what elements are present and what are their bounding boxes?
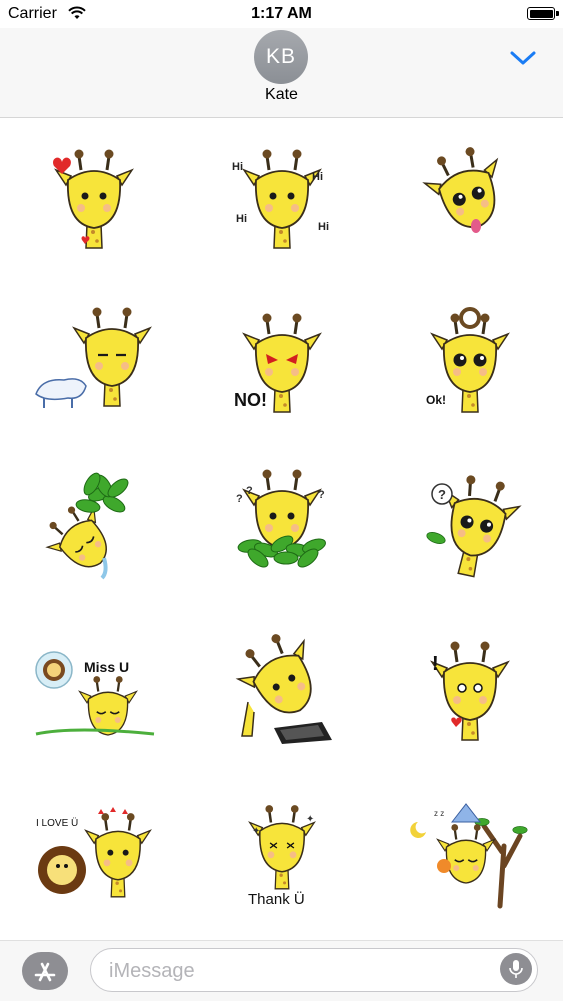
app-store-button[interactable] [22, 952, 68, 990]
svg-text:?: ? [318, 489, 325, 501]
giraffe-goat-sticker [34, 306, 151, 408]
sticker-item[interactable] [0, 118, 187, 282]
giraffe-ok-sticker: Ok! [426, 307, 509, 413]
contact-avatar[interactable]: KB [254, 30, 308, 84]
giraffe-sleeping-tree-sticker: z z [409, 803, 528, 909]
sticker-item[interactable] [0, 446, 187, 610]
giraffe-miss-you-sticker: Miss U [34, 651, 154, 737]
sticker-item[interactable]: NO! [188, 282, 375, 446]
imessage-input[interactable]: iMessage [90, 948, 538, 992]
status-time: 1:17 AM [251, 5, 312, 22]
sticker-text: Hi [318, 221, 329, 233]
avatar-initials: KB [265, 45, 296, 68]
sticker-text: Miss U [84, 659, 129, 675]
giraffe-heart-sticker [52, 148, 133, 249]
sticker-item[interactable]: z z [376, 774, 563, 938]
giraffe-leaves-sticker [35, 470, 132, 584]
sticker-text: NO! [234, 390, 267, 410]
sticker-text: I LOVE Ü [36, 817, 78, 829]
giraffe-tongue-sticker [416, 138, 516, 240]
sticker-item[interactable]: Hi Hi Hi Hi [188, 118, 375, 282]
sticker-item[interactable]: Miss U [0, 610, 187, 774]
sticker-item[interactable]: Ok! [376, 282, 563, 446]
giraffe-bush-hiding-sticker: ? ? ? [236, 468, 328, 571]
microphone-icon [509, 960, 523, 978]
sticker-item[interactable]: Thank Ü ✦ ✦ [188, 774, 375, 938]
imessage-placeholder: iMessage [109, 960, 195, 982]
contact-name[interactable]: Kate [0, 86, 563, 104]
sticker-text: Hi [236, 213, 247, 225]
sticker-text: Hi [232, 161, 243, 173]
battery-icon [527, 7, 559, 20]
giraffe-thank-you-sticker: Thank Ü ✦ ✦ [248, 803, 316, 908]
svg-text:✦: ✦ [252, 826, 260, 837]
sticker-text: Hi [312, 171, 323, 183]
svg-text:!: ! [432, 653, 439, 675]
giraffe-surprised-sticker: ! [430, 640, 509, 741]
conversation-header: KB Kate [0, 28, 563, 118]
chevron-down-icon[interactable] [508, 46, 538, 70]
sticker-item[interactable]: ! [376, 610, 563, 774]
svg-text:z z: z z [434, 809, 444, 818]
sticker-grid: Hi Hi Hi Hi NO! Ok! ? ? ? ? Miss U ! I L… [0, 118, 563, 940]
svg-text:?: ? [236, 493, 243, 505]
svg-text:✦: ✦ [306, 814, 314, 825]
status-bar: Carrier 1:17 AM [0, 0, 563, 28]
giraffe-love-lion-sticker: I LOVE Ü [36, 807, 152, 898]
sticker-item[interactable]: ? [376, 446, 563, 610]
sticker-item[interactable] [376, 118, 563, 282]
giraffe-tablet-sticker [225, 621, 334, 744]
microphone-button[interactable] [500, 953, 532, 985]
message-input-bar: iMessage [0, 940, 563, 1001]
sticker-text: Ok! [426, 393, 446, 407]
svg-text:?: ? [438, 487, 446, 502]
sticker-item[interactable]: I LOVE Ü [0, 774, 187, 938]
sticker-item[interactable]: ? ? ? [188, 446, 375, 610]
sticker-text: Thank Ü [248, 890, 305, 908]
giraffe-hi-sticker: Hi Hi Hi Hi [232, 148, 329, 249]
sticker-item[interactable] [0, 282, 187, 446]
giraffe-question-sticker: ? [424, 469, 525, 578]
app-store-icon [34, 962, 56, 982]
sticker-item[interactable] [188, 610, 375, 774]
svg-text:?: ? [246, 485, 253, 497]
giraffe-angry-no-sticker: NO! [234, 312, 321, 413]
